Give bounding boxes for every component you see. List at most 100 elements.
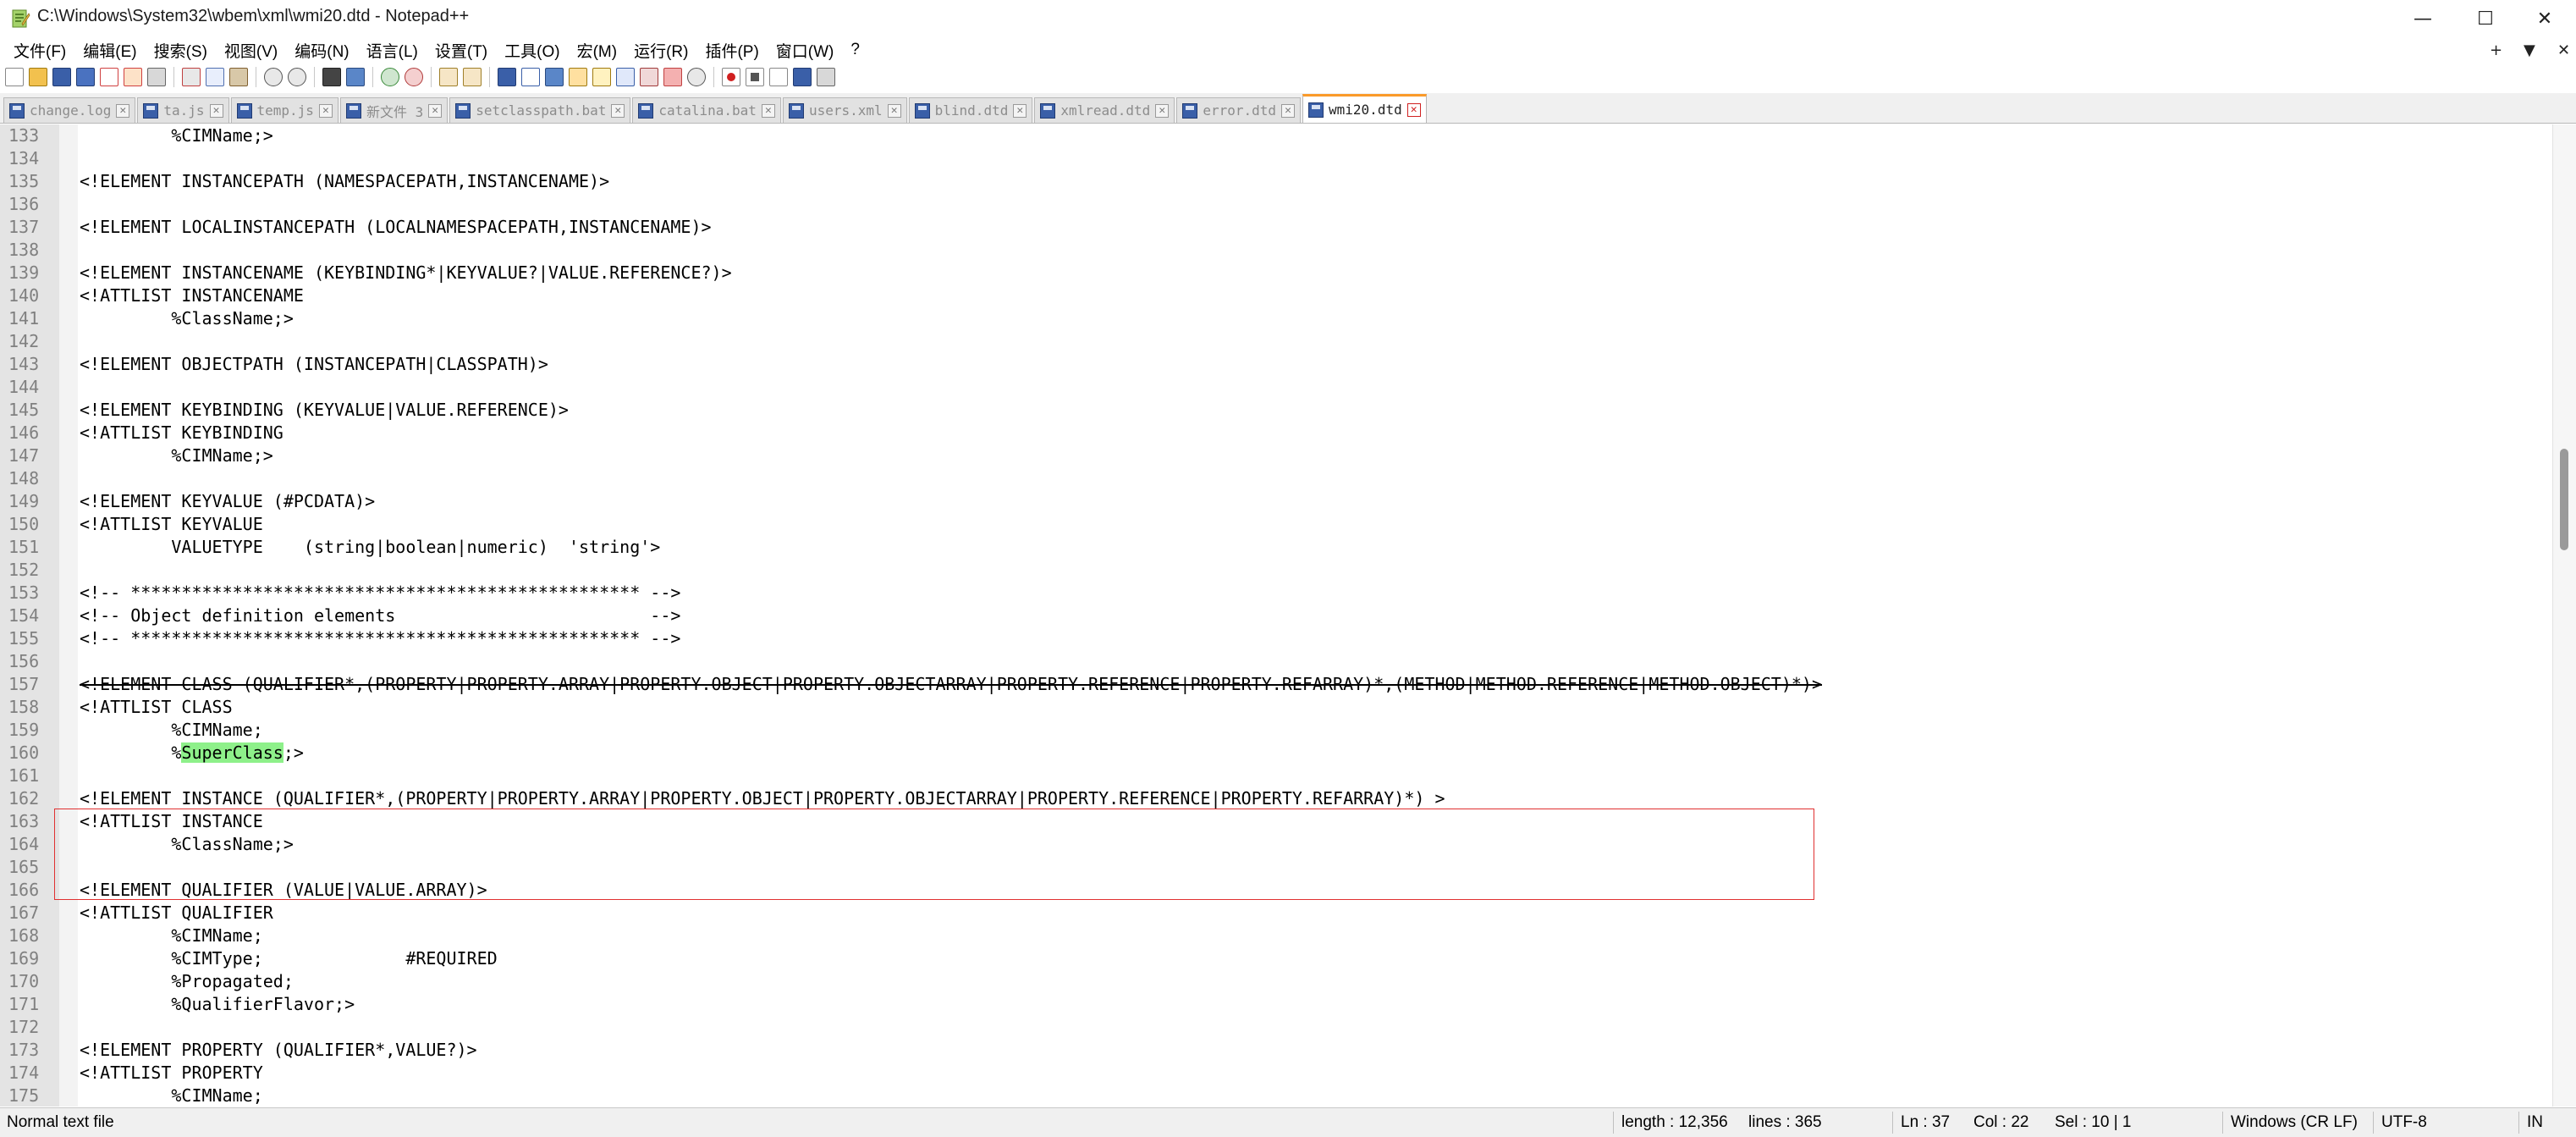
- menu-file[interactable]: 文件(F): [5, 39, 74, 62]
- code-line[interactable]: 174 <!ATTLIST PROPERTY: [0, 1062, 2547, 1085]
- doc-map-icon[interactable]: [592, 68, 611, 86]
- code-line[interactable]: 136: [0, 193, 2547, 216]
- tab-ta-js[interactable]: ta.js ✕: [137, 97, 229, 123]
- code-line[interactable]: 144: [0, 376, 2547, 399]
- paste-icon[interactable]: [229, 68, 248, 86]
- code-line[interactable]: 151 VALUETYPE (string|boolean|numeric) '…: [0, 536, 2547, 559]
- save-icon[interactable]: [52, 68, 71, 86]
- code-line[interactable]: 141 %ClassName;>: [0, 307, 2547, 330]
- monitoring-icon[interactable]: [687, 68, 706, 86]
- tab-setclasspath-bat[interactable]: setclasspath.bat ✕: [449, 97, 631, 123]
- code-line[interactable]: 133 %CIMName;>: [0, 124, 2547, 147]
- copy-icon[interactable]: [206, 68, 224, 86]
- code-line[interactable]: 148: [0, 467, 2547, 490]
- tab-close-icon[interactable]: ✕: [1406, 102, 1421, 117]
- code-line[interactable]: 156: [0, 650, 2547, 673]
- tab-close-icon[interactable]: ✕: [209, 103, 223, 118]
- tab-close-icon[interactable]: ✕: [761, 103, 775, 118]
- vertical-scrollbar[interactable]: [2552, 124, 2576, 1107]
- code-line[interactable]: 150 <!ATTLIST KEYVALUE: [0, 513, 2547, 536]
- code-line[interactable]: 172: [0, 1016, 2547, 1039]
- code-line[interactable]: 155 <!-- ********************************…: [0, 627, 2547, 650]
- menu-plugins[interactable]: 插件(P): [696, 39, 767, 62]
- close-document-icon[interactable]: ✕: [2557, 37, 2570, 63]
- menu-search[interactable]: 搜索(S): [146, 39, 216, 62]
- code-line[interactable]: 142: [0, 330, 2547, 353]
- close-file-icon[interactable]: [100, 68, 118, 86]
- menu-run[interactable]: 运行(R): [625, 39, 696, 62]
- new-file-icon[interactable]: [5, 68, 24, 86]
- code-line[interactable]: 139 <!ELEMENT INSTANCENAME (KEYBINDING*|K…: [0, 262, 2547, 284]
- code-line[interactable]: 152: [0, 559, 2547, 582]
- tab-close-icon[interactable]: ✕: [611, 103, 625, 118]
- close-all-icon[interactable]: [124, 68, 142, 86]
- cut-icon[interactable]: [182, 68, 201, 86]
- editor-area[interactable]: 133 %CIMName;> 134 135 <!ELEMENT INSTANCEPA…: [0, 124, 2576, 1107]
- code-line[interactable]: 140 <!ATTLIST INSTANCENAME: [0, 284, 2547, 307]
- udl-icon[interactable]: [569, 68, 587, 86]
- tab-close-icon[interactable]: ✕: [116, 103, 130, 118]
- sync-vertical-icon[interactable]: [439, 68, 458, 86]
- code-line[interactable]: 175 %CIMName;: [0, 1085, 2547, 1107]
- code-line[interactable]: 161: [0, 764, 2547, 787]
- code-line[interactable]: 149 <!ELEMENT KEYVALUE (#PCDATA)>: [0, 490, 2547, 513]
- menu-encoding[interactable]: 编码(N): [286, 39, 357, 62]
- code-line[interactable]: 137 <!ELEMENT LOCALINSTANCEPATH (LOCALNAM…: [0, 216, 2547, 239]
- code-line[interactable]: 145 <!ELEMENT KEYBINDING (KEYVALUE|VALUE.…: [0, 399, 2547, 422]
- tab-list-down-icon[interactable]: ▼: [2524, 37, 2535, 63]
- tab-close-icon[interactable]: ✕: [1013, 103, 1027, 118]
- code-line[interactable]: 158 <!ATTLIST CLASS: [0, 696, 2547, 719]
- code-line[interactable]: 171 %QualifierFlavor;>: [0, 993, 2547, 1016]
- replace-icon[interactable]: [346, 68, 365, 86]
- code-line[interactable]: 167 <!ATTLIST QUALIFIER: [0, 902, 2547, 925]
- code-line[interactable]: 134: [0, 147, 2547, 170]
- code-line[interactable]: 163 <!ATTLIST INSTANCE: [0, 810, 2547, 833]
- new-tab-plus-icon[interactable]: +: [2490, 37, 2502, 63]
- open-file-icon[interactable]: [29, 68, 47, 86]
- show-all-chars-icon[interactable]: [521, 68, 540, 86]
- code-line[interactable]: 157 <!ELEMENT CLASS (QUALIFIER*,(PROPERTY…: [0, 673, 2547, 696]
- tab-catalina-bat[interactable]: catalina.bat ✕: [632, 97, 781, 123]
- menu-view[interactable]: 视图(V): [216, 39, 286, 62]
- code-line[interactable]: 146 <!ATTLIST KEYBINDING: [0, 422, 2547, 444]
- redo-icon[interactable]: [288, 68, 306, 86]
- code-line[interactable]: 165: [0, 856, 2547, 879]
- menu-settings[interactable]: 设置(T): [427, 39, 496, 62]
- play-macro-icon[interactable]: [769, 68, 788, 86]
- code-line[interactable]: 138: [0, 239, 2547, 262]
- tab-blind-dtd[interactable]: blind.dtd ✕: [908, 97, 1033, 123]
- code-line[interactable]: 162 <!ELEMENT INSTANCE (QUALIFIER*,(PROPE…: [0, 787, 2547, 810]
- menu-window[interactable]: 窗口(W): [768, 39, 843, 62]
- save-macro-icon[interactable]: [817, 68, 835, 86]
- zoom-out-icon[interactable]: [405, 68, 423, 86]
- record-macro-icon[interactable]: [722, 68, 740, 86]
- zoom-in-icon[interactable]: [381, 68, 399, 86]
- tab-new-file-3[interactable]: 新文件 3 ✕: [339, 97, 449, 123]
- menu-language[interactable]: 语言(L): [358, 39, 427, 62]
- tab-users-xml[interactable]: users.xml ✕: [782, 97, 907, 123]
- tab-wmi20-dtd[interactable]: wmi20.dtd ✕: [1302, 94, 1427, 123]
- code-line[interactable]: 154 <!-- Object definition elements -->: [0, 604, 2547, 627]
- tab-close-icon[interactable]: ✕: [1281, 103, 1296, 118]
- code-line[interactable]: 170 %Propagated;: [0, 970, 2547, 993]
- stop-macro-icon[interactable]: [746, 68, 764, 86]
- sync-horizontal-icon[interactable]: [463, 68, 482, 86]
- code-line[interactable]: 143 <!ELEMENT OBJECTPATH (INSTANCEPATH|CL…: [0, 353, 2547, 376]
- tab-close-icon[interactable]: ✕: [318, 103, 333, 118]
- tab-xmlread-dtd[interactable]: xmlread.dtd ✕: [1034, 97, 1175, 123]
- indent-guide-icon[interactable]: [545, 68, 564, 86]
- code-line[interactable]: 164 %ClassName;>: [0, 833, 2547, 856]
- code-line[interactable]: 135 <!ELEMENT INSTANCEPATH (NAMESPACEPATH…: [0, 170, 2547, 193]
- code-line[interactable]: 159 %CIMName;: [0, 719, 2547, 742]
- tab-close-icon[interactable]: ✕: [1155, 103, 1170, 118]
- code-line[interactable]: 173 <!ELEMENT PROPERTY (QUALIFIER*,VALUE?…: [0, 1039, 2547, 1062]
- menu-help[interactable]: ?: [842, 41, 868, 59]
- save-all-icon[interactable]: [76, 68, 95, 86]
- function-list-icon[interactable]: [640, 68, 658, 86]
- doc-list-icon[interactable]: [616, 68, 635, 86]
- code-line[interactable]: 147 %CIMName;>: [0, 444, 2547, 467]
- tab-temp-js[interactable]: temp.js ✕: [230, 97, 339, 123]
- tab-close-icon[interactable]: ✕: [887, 103, 901, 118]
- menu-edit[interactable]: 编辑(E): [74, 39, 145, 62]
- run-macro-multiple-icon[interactable]: [793, 68, 812, 86]
